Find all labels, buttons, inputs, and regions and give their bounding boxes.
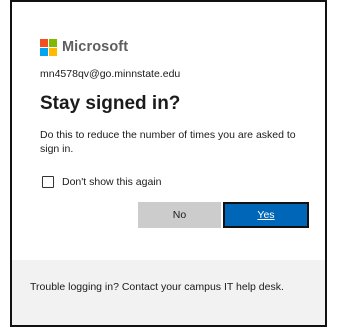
- dont-show-again-checkbox[interactable]: [42, 176, 54, 188]
- logo-green-square: [49, 38, 57, 47]
- sign-in-dialog: Microsoft mn4578qv@go.minnstate.edu Stay…: [10, 0, 327, 327]
- logo-red-square: [40, 38, 48, 47]
- dont-show-again-label[interactable]: Don't show this again: [62, 176, 161, 188]
- microsoft-logo: Microsoft: [40, 38, 128, 56]
- dialog-description: Do this to reduce the number of times yo…: [40, 129, 296, 155]
- page-title: Stay signed in?: [40, 93, 181, 114]
- footer-help-text: Trouble logging in? Contact your campus …: [30, 281, 284, 293]
- microsoft-squares-icon: [40, 38, 57, 56]
- logo-blue-square: [40, 47, 48, 56]
- brand-name: Microsoft: [62, 39, 129, 55]
- no-button[interactable]: No: [138, 202, 221, 228]
- yes-button[interactable]: Yes: [223, 202, 309, 228]
- logo-yellow-square: [49, 47, 57, 56]
- dont-show-again-option[interactable]: Don't show this again: [42, 176, 161, 188]
- account-email: mn4578qv@go.minnstate.edu: [40, 68, 181, 80]
- footer-section: Trouble logging in? Contact your campus …: [12, 260, 325, 325]
